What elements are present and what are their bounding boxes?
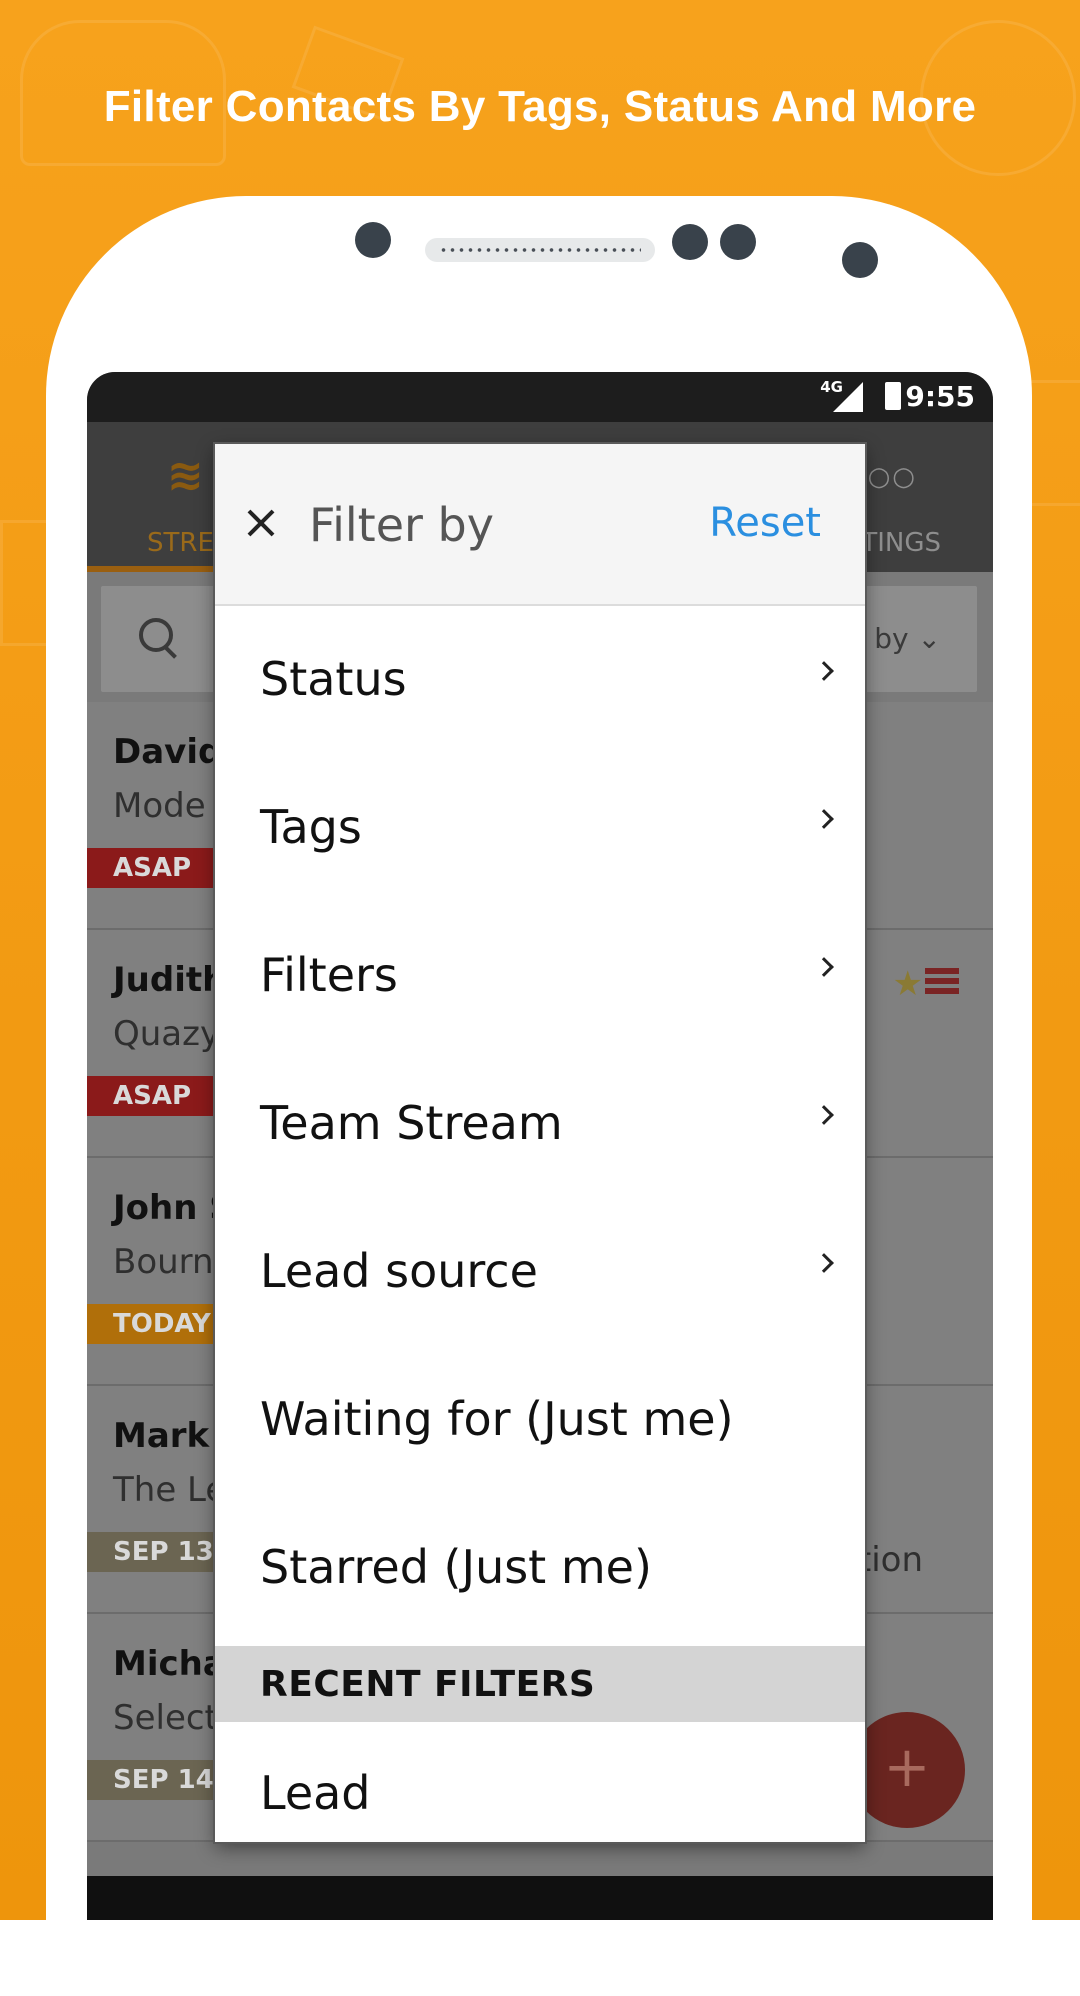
chevron-right-icon [814, 809, 834, 829]
status-bar: 4G 9:55 [87, 372, 993, 422]
contact-company: The Le [113, 1470, 227, 1510]
active-tab-indicator [87, 566, 217, 572]
close-icon[interactable] [243, 506, 277, 540]
filter-item-label: Status [260, 652, 407, 706]
filter-item-filters[interactable]: Filters [215, 902, 865, 1050]
stream-logo-icon: ≋ [167, 450, 204, 501]
chevron-right-icon [814, 1105, 834, 1125]
filter-item-label: Lead [260, 1766, 371, 1820]
recent-filter-item[interactable]: Lead [215, 1720, 865, 1842]
front-camera [355, 222, 391, 258]
signal-icon [833, 382, 863, 412]
star-icon[interactable]: ★ [893, 964, 923, 1004]
filter-item-waiting-for[interactable]: Waiting for (Just me) [215, 1346, 865, 1494]
filter-dialog: Filter by Reset Status Tags Filters Team… [215, 444, 865, 1842]
status-time: 9:55 [905, 380, 975, 413]
promo-headline: Filter Contacts By Tags, Status And More [103, 82, 977, 131]
filter-item-label: Waiting for (Just me) [260, 1392, 734, 1446]
sensor-dot-right [720, 224, 756, 260]
add-contact-button[interactable]: + [849, 1712, 965, 1828]
sensor-dot-left [672, 224, 708, 260]
proximity-sensor [842, 242, 878, 278]
reset-button[interactable]: Reset [709, 500, 821, 546]
section-label: RECENT FILTERS [260, 1664, 596, 1705]
filter-item-label: Tags [260, 800, 362, 854]
recent-filters-header: RECENT FILTERS [215, 1646, 865, 1722]
dialog-header: Filter by Reset [215, 444, 865, 606]
contact-company: Bourn [113, 1242, 214, 1282]
filter-item-label: Filters [260, 948, 398, 1002]
filter-item-team-stream[interactable]: Team Stream [215, 1050, 865, 1198]
filter-item-label: Team Stream [260, 1096, 563, 1150]
dialog-title: Filter by [309, 498, 494, 552]
battery-icon [885, 382, 901, 410]
contact-name: David [113, 732, 223, 772]
tab-settings[interactable]: TINGS [861, 528, 941, 558]
filter-item-starred[interactable]: Starred (Just me) [215, 1494, 865, 1642]
contact-name: Micha [113, 1644, 226, 1684]
contact-company: Quazy [113, 1014, 221, 1054]
contact-name: Mark [113, 1416, 210, 1456]
contact-name: Judith [113, 960, 227, 1000]
sort-dropdown[interactable]: by ⌄ [874, 622, 941, 655]
filter-item-status[interactable]: Status [215, 606, 865, 754]
filter-item-label: Starred (Just me) [260, 1540, 652, 1594]
contact-company: Mode [113, 786, 206, 826]
chevron-right-icon [814, 1253, 834, 1273]
more-options-icon[interactable]: ○○ [868, 462, 917, 492]
filter-item-tags[interactable]: Tags [215, 754, 865, 902]
filter-item-label: Lead source [260, 1244, 538, 1298]
earpiece-speaker [425, 238, 655, 262]
chevron-right-icon [814, 661, 834, 681]
filter-item-lead-source[interactable]: Lead source [215, 1198, 865, 1346]
priority-icon [925, 968, 959, 996]
tab-stream[interactable]: STRE [147, 528, 214, 558]
search-icon[interactable] [139, 618, 173, 652]
system-nav-bar [87, 1876, 993, 1920]
chevron-right-icon [814, 957, 834, 977]
contact-company: Select [113, 1698, 218, 1738]
contact-note: tion [857, 1540, 923, 1580]
